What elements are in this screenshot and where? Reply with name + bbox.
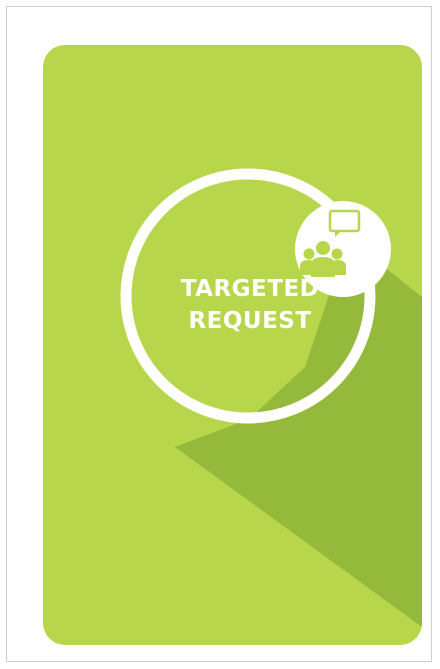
card-artwork <box>43 45 422 645</box>
targeted-request-card[interactable]: TARGETED REQUEST <box>43 45 422 645</box>
page-frame: TARGETED REQUEST <box>6 6 432 662</box>
card-title-line-2: REQUEST <box>188 308 312 334</box>
card-title-line-1: TARGETED <box>180 276 320 302</box>
